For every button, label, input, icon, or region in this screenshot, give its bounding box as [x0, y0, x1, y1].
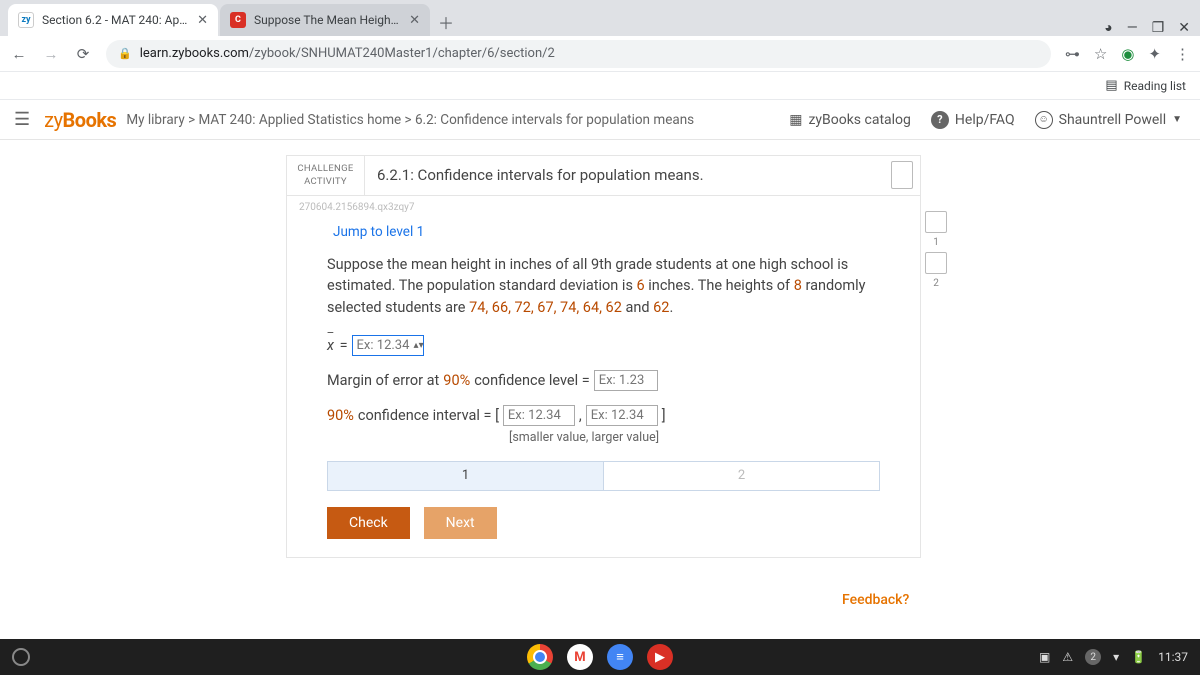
url-field[interactable]: 🔒 learn.zybooks.com/zybook/SNHUMAT240Mas… [106, 40, 1051, 68]
confidence-interval-row: 90% confidence interval = [ , ] [327, 405, 880, 426]
browser-tab-active[interactable]: zy Section 6.2 - MAT 240: Applied S ✕ [8, 4, 218, 36]
minimize-icon[interactable]: — [1127, 20, 1138, 36]
battery-icon[interactable]: 🔋 [1131, 650, 1146, 664]
gmail-icon[interactable]: M [567, 644, 593, 670]
help-link[interactable]: ?Help/FAQ [931, 111, 1015, 129]
question-prompt: Suppose the mean height in inches of all… [327, 254, 880, 319]
forward-icon[interactable]: → [42, 45, 60, 63]
xbar-row: x = ▴▾ [327, 335, 880, 356]
ci-lower-input[interactable] [503, 405, 575, 426]
activity-card: CHALLENGEACTIVITY 6.2.1: Confidence inte… [286, 155, 921, 558]
warning-icon[interactable]: ⚠ [1062, 650, 1073, 664]
docs-icon[interactable]: ≡ [607, 644, 633, 670]
address-bar: ← → ⟳ 🔒 learn.zybooks.com/zybook/SNHUMAT… [0, 36, 1200, 72]
level-number: 1 [933, 237, 939, 248]
user-menu[interactable]: ☺Shauntrell Powell▼ [1035, 111, 1182, 129]
os-taskbar: M ≡ ▶ ▣ ⚠ 2 ▾ 🔋 11:37 [0, 639, 1200, 675]
restore-icon[interactable]: ❐ [1152, 20, 1165, 36]
close-window-icon[interactable]: ✕ [1178, 20, 1190, 36]
favicon-zy: zy [18, 12, 34, 28]
interval-hint: [smaller value, larger value] [509, 430, 880, 445]
kebab-menu-icon[interactable]: ⋮ [1175, 45, 1190, 63]
reload-icon[interactable]: ⟳ [74, 45, 92, 63]
step-tab-2[interactable]: 2 [604, 462, 879, 490]
chevron-down-icon: ▼ [1172, 114, 1182, 125]
next-button[interactable]: Next [424, 507, 497, 539]
window-controls: ◕ — ❐ ✕ [1094, 19, 1200, 36]
cast-icon[interactable]: ▣ [1039, 650, 1050, 664]
level-box[interactable] [925, 252, 947, 274]
ci-upper-input[interactable] [586, 405, 658, 426]
user-icon: ☺ [1035, 111, 1053, 129]
favicon-chegg: C [230, 12, 246, 28]
zybooks-logo[interactable]: zyBooks [44, 108, 116, 132]
tab-title: Suppose The Mean Height In Inc [254, 13, 401, 27]
help-icon: ? [931, 111, 949, 129]
step-tabs: 1 2 [327, 461, 880, 491]
browser-tab-inactive[interactable]: C Suppose The Mean Height In Inc ✕ [220, 4, 430, 36]
spinner-icon[interactable]: ▴▾ [414, 340, 424, 351]
margin-error-input[interactable] [594, 370, 658, 391]
level-box[interactable] [925, 211, 947, 233]
margin-error-row: Margin of error at 90% confidence level … [327, 370, 880, 391]
chrome-icon[interactable] [527, 644, 553, 670]
tab-title: Section 6.2 - MAT 240: Applied S [42, 13, 189, 27]
app-header: ☰ zyBooks My library > MAT 240: Applied … [0, 100, 1200, 140]
activity-hash: 270604.2156894.qx3zqy7 [287, 196, 920, 213]
browser-tab-strip: zy Section 6.2 - MAT 240: Applied S ✕ C … [0, 0, 1200, 36]
activity-title: 6.2.1: Confidence intervals for populati… [365, 156, 884, 195]
close-icon[interactable]: ✕ [197, 13, 208, 28]
reading-list-icon: ▤ [1105, 78, 1117, 93]
extension-icon[interactable]: ◉ [1121, 45, 1134, 63]
url-host: learn.zybooks.com [140, 46, 249, 61]
feedback-link[interactable]: Feedback? [842, 592, 909, 608]
close-icon[interactable]: ✕ [409, 13, 420, 28]
challenge-badge: CHALLENGEACTIVITY [287, 156, 365, 195]
status-dot-icon: ◕ [1104, 19, 1112, 36]
clock[interactable]: 11:37 [1158, 650, 1188, 664]
url-path: /zybook/SNHUMAT240Master1/chapter/6/sect… [249, 46, 555, 61]
check-button[interactable]: Check [327, 507, 410, 539]
breadcrumb[interactable]: My library > MAT 240: Applied Statistics… [126, 112, 694, 128]
level-number: 2 [933, 278, 939, 289]
reading-list-link[interactable]: Reading list [1124, 79, 1186, 93]
hamburger-menu-icon[interactable]: ☰ [14, 109, 30, 130]
step-tab-1[interactable]: 1 [328, 462, 604, 490]
bookmarks-bar: ▤ Reading list [0, 72, 1200, 100]
back-icon[interactable]: ← [10, 45, 28, 63]
catalog-link[interactable]: ▦zyBooks catalog [789, 112, 911, 128]
notification-badge[interactable]: 2 [1085, 649, 1101, 665]
new-tab-button[interactable]: ＋ [432, 8, 460, 36]
youtube-icon[interactable]: ▶ [647, 644, 673, 670]
jump-to-level-link[interactable]: Jump to level 1 [333, 224, 424, 240]
star-icon[interactable]: ☆ [1094, 45, 1107, 63]
wifi-icon[interactable]: ▾ [1113, 650, 1119, 664]
book-icon: ▦ [789, 112, 802, 128]
launcher-icon[interactable] [12, 648, 30, 666]
level-indicator: 1 2 [925, 211, 947, 289]
lock-icon: 🔒 [118, 47, 132, 60]
puzzle-icon[interactable]: ✦ [1148, 45, 1161, 63]
key-icon[interactable]: ⊶ [1065, 45, 1080, 63]
progress-box [891, 161, 913, 189]
